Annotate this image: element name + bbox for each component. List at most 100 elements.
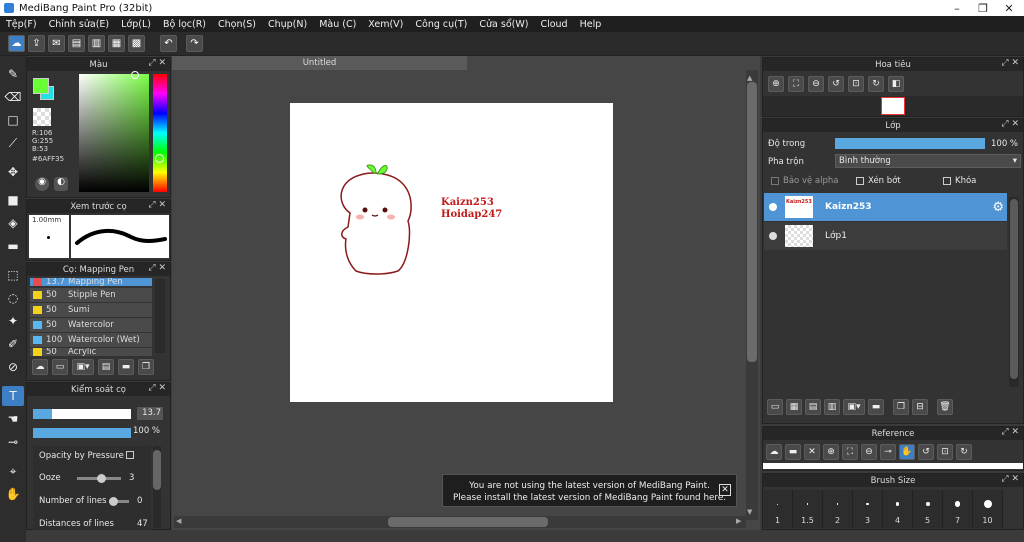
new-1bit-layer-icon[interactable]: ▥ — [824, 399, 840, 415]
add-layer-dropdown-icon[interactable]: ▣▾ — [843, 399, 865, 415]
lines-slider-handle[interactable] — [109, 497, 118, 506]
cloud-icon[interactable]: ☁ — [8, 35, 25, 52]
bucket-tool-icon[interactable]: ◈ — [2, 213, 24, 233]
panel-close-icon[interactable]: ⤢ ✕ — [1001, 474, 1019, 484]
open-reference-icon[interactable]: ▬ — [785, 444, 801, 460]
navigator-preview[interactable] — [763, 96, 1023, 116]
lock-checkbox[interactable] — [943, 177, 951, 185]
share-icon[interactable]: ⇪ — [28, 35, 45, 52]
eyedropper-tool-icon[interactable]: ⌖ — [2, 461, 24, 481]
clipping-checkbox[interactable] — [856, 177, 864, 185]
panel-close-icon[interactable]: ⤢ ✕ — [148, 263, 166, 273]
canvas-paper[interactable]: Kaizn253 Hoidap247 — [290, 103, 613, 402]
cloud-brush-icon[interactable]: ☁ — [32, 359, 48, 375]
layer-opacity-slider[interactable] — [835, 138, 985, 149]
brush-list-item[interactable]: 50 Watercolor — [30, 318, 152, 332]
hue-slider[interactable] — [153, 74, 167, 192]
brush-list-item[interactable]: 50 Stipple Pen — [30, 288, 152, 302]
redo-icon[interactable]: ↷ — [186, 35, 203, 52]
brush-opacity-slider[interactable] — [33, 428, 131, 438]
brush-list-item[interactable]: 50 Sumi — [30, 303, 152, 317]
zoom-in-icon[interactable]: ⊕ — [768, 76, 784, 92]
brush-list-item[interactable]: 50 Acrylic — [30, 348, 152, 356]
layer-list-scrollbar[interactable] — [1009, 197, 1019, 387]
brush-list-item[interactable]: 100 Watercolor (Wet) — [30, 333, 152, 347]
maximize-icon[interactable]: ❐ — [970, 0, 996, 16]
menu-item[interactable]: Công cụ(T) — [409, 19, 473, 30]
menu-item[interactable]: Chỉnh sửa(E) — [43, 19, 116, 30]
select-tool-icon[interactable]: ⬚ — [2, 265, 24, 285]
brush-settings-icon[interactable]: ▤ — [98, 359, 114, 375]
ooze-slider[interactable] — [77, 474, 121, 483]
brush-size-option[interactable]: 1 — [763, 490, 793, 528]
ref-fit-icon[interactable]: ⛶ — [842, 444, 858, 460]
scroll-right-icon[interactable]: ▶ — [736, 517, 741, 525]
magic-wand-tool-icon[interactable]: ✦ — [2, 311, 24, 331]
ooze-slider-handle[interactable] — [97, 474, 106, 483]
zoom-out-icon[interactable]: ⊖ — [808, 76, 824, 92]
saturation-value-picker[interactable] — [79, 71, 149, 192]
lines-slider[interactable] — [109, 497, 129, 506]
brush-size-slider[interactable] — [33, 409, 131, 419]
menu-item[interactable]: Tệp(F) — [0, 19, 43, 30]
menu-item[interactable]: Lớp(L) — [115, 19, 157, 30]
layer-row-kaizn253[interactable]: Kaizn253 Kaizn253 ⚙ — [764, 193, 1007, 221]
panel-close-icon[interactable]: ⤢ ✕ — [148, 383, 166, 393]
panel-close-icon[interactable]: ⤢ ✕ — [1001, 119, 1019, 129]
rotate-left-icon[interactable]: ↺ — [828, 76, 844, 92]
notice-close-icon[interactable]: ✕ — [719, 484, 731, 496]
menu-item[interactable]: Xem(V) — [362, 19, 409, 30]
scroll-down-icon[interactable]: ▼ — [747, 508, 752, 516]
operation-tool-icon[interactable]: ☚ — [2, 409, 24, 429]
new-halftone-layer-icon[interactable]: ▦ — [786, 399, 802, 415]
text-tool-icon[interactable]: T — [2, 386, 24, 406]
transparent-color-swatch[interactable] — [33, 108, 51, 126]
duplicate-layer-icon[interactable]: ❐ — [893, 399, 909, 415]
canvas-vscroll-thumb[interactable] — [747, 82, 757, 362]
note-icon[interactable]: ▤ — [68, 35, 85, 52]
grid-icon[interactable]: ▦ — [108, 35, 125, 52]
layer-row-lop1[interactable]: Lớp1 — [764, 222, 1007, 250]
menu-item[interactable]: Bộ lọc(R) — [157, 19, 212, 30]
update-notice[interactable]: You are not using the latest version of … — [442, 474, 737, 507]
brush-control-scroll-thumb[interactable] — [153, 450, 161, 490]
brush-tool-icon[interactable]: ✎ — [2, 64, 24, 84]
layer-scroll-thumb[interactable] — [1010, 199, 1018, 379]
layer-visibility-icon[interactable] — [769, 232, 777, 240]
close-reference-icon[interactable]: ✕ — [804, 444, 820, 460]
brush-size-option[interactable]: 10 — [973, 490, 1003, 528]
palette-icon[interactable]: ◉ — [35, 177, 49, 191]
hand-tool-icon[interactable]: ✋ — [2, 484, 24, 504]
ref-dropper-icon[interactable]: ⊸ — [880, 444, 896, 460]
cloud-reference-icon[interactable]: ☁ — [766, 444, 782, 460]
folder-icon[interactable]: ▬ — [118, 359, 134, 375]
brush-size-option[interactable]: 3 — [853, 490, 883, 528]
protect-alpha-checkbox[interactable] — [771, 177, 779, 185]
opacity-by-pressure-checkbox[interactable] — [126, 451, 134, 459]
select-pen-tool-icon[interactable]: ✐ — [2, 334, 24, 354]
canvas-text[interactable]: Kaizn253 Hoidap247 — [441, 197, 502, 221]
brush-size-option[interactable]: 1.5 — [793, 490, 823, 528]
line-tool-icon[interactable]: ⟋ — [2, 133, 24, 153]
panel-close-icon[interactable]: ⤢ ✕ — [1001, 58, 1019, 68]
ref-actual-size-icon[interactable]: ⊡ — [937, 444, 953, 460]
color-history-icon[interactable]: ◐ — [54, 177, 68, 191]
new-brush-icon[interactable]: ▭ — [52, 359, 68, 375]
brush-size-option[interactable]: 7 — [943, 490, 973, 528]
sv-picker-handle[interactable] — [131, 71, 139, 79]
shape-tool-icon[interactable]: □ — [2, 110, 24, 130]
brush-control-scrollbar[interactable] — [153, 446, 161, 528]
canvas-horizontal-scrollbar[interactable]: ◀ ▶ — [174, 516, 746, 528]
scroll-left-icon[interactable]: ◀ — [176, 517, 181, 525]
move-tool-icon[interactable]: ✥ — [2, 162, 24, 182]
menu-item[interactable]: Chọn(S) — [212, 19, 262, 30]
navigator-thumbnail[interactable] — [881, 97, 905, 115]
flip-icon[interactable]: ◧ — [888, 76, 904, 92]
select-eraser-tool-icon[interactable]: ⊘ — [2, 357, 24, 377]
minimize-icon[interactable]: – — [944, 0, 970, 16]
undo-icon[interactable]: ↶ — [160, 35, 177, 52]
hue-slider-handle[interactable] — [155, 154, 164, 163]
rotate-right-icon[interactable]: ↻ — [868, 76, 884, 92]
panel-close-icon[interactable]: ⤢ ✕ — [1001, 427, 1019, 437]
merge-layer-icon[interactable]: ⊟ — [912, 399, 928, 415]
